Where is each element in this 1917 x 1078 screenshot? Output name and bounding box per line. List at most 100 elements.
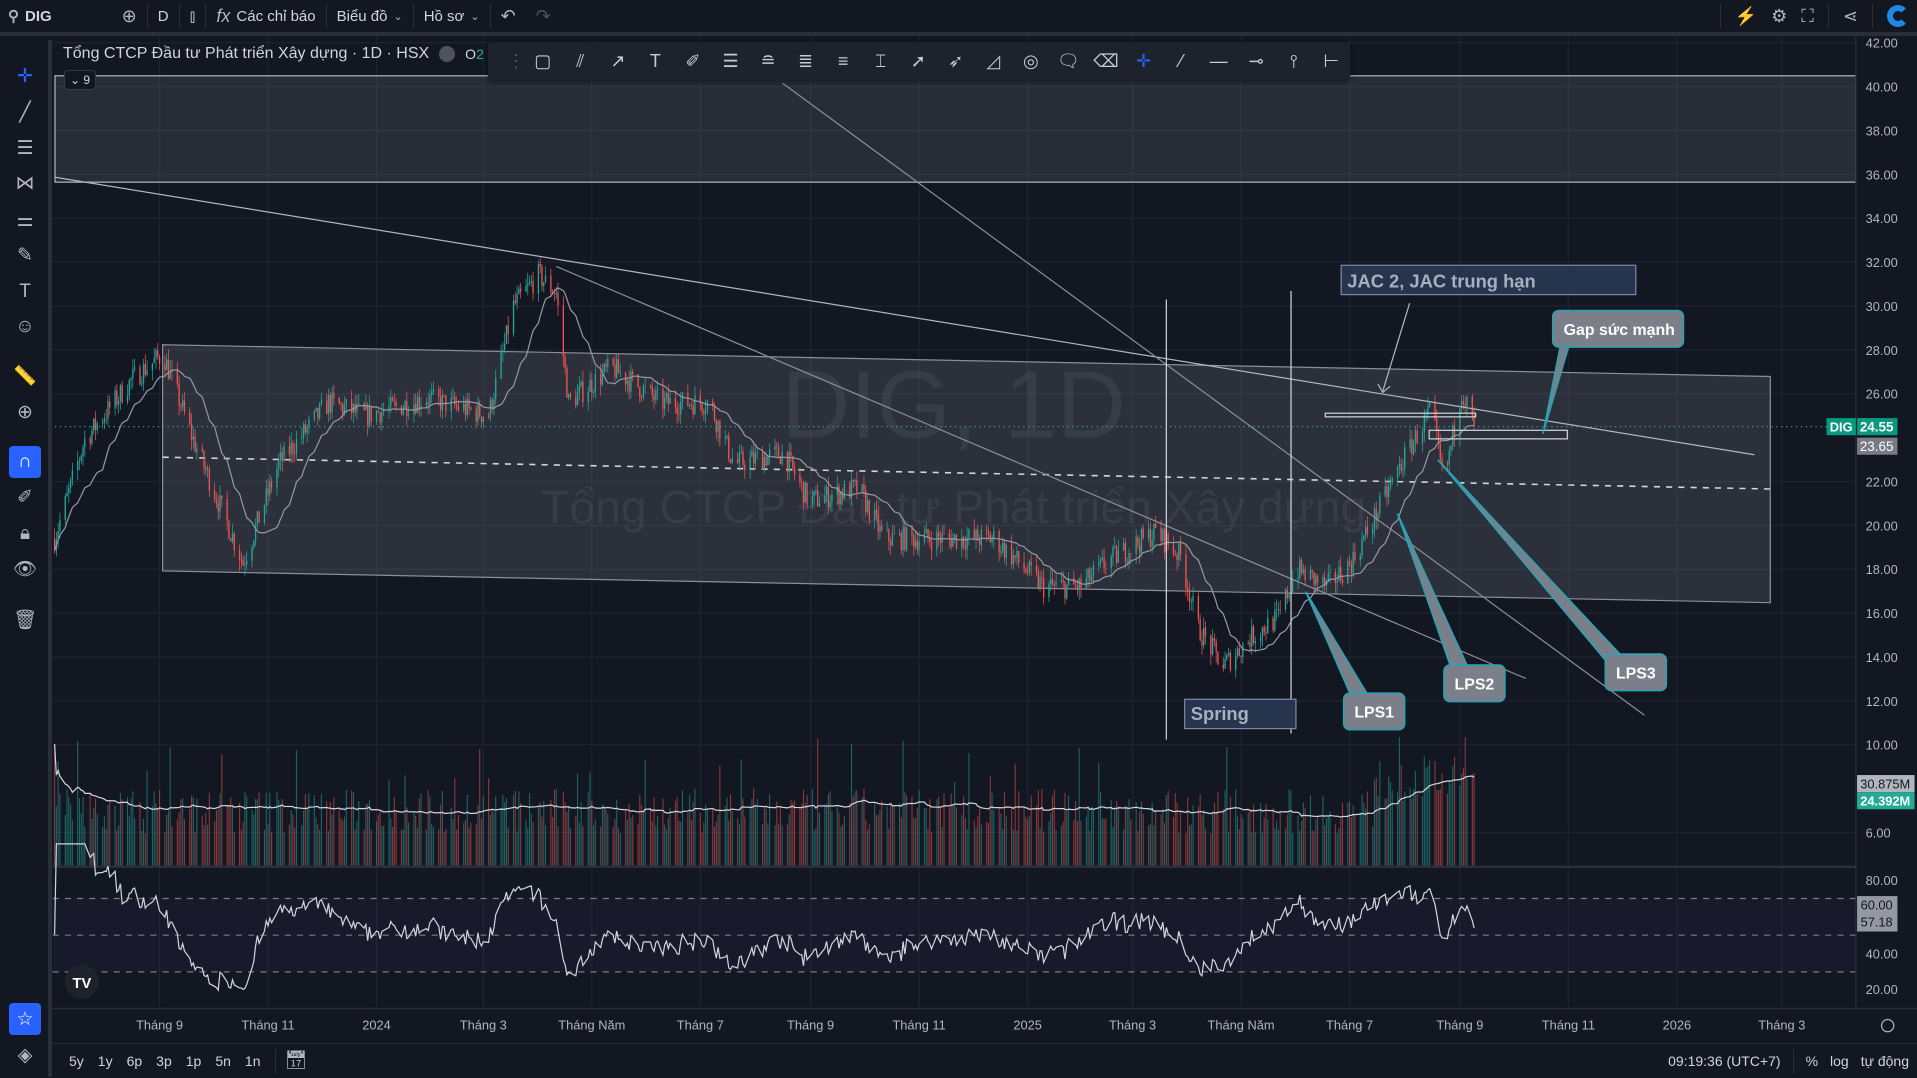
clock[interactable]: 09:19:36 (UTC+7) [1668,1053,1780,1069]
candle-body [201,448,203,452]
eraser-tool-icon[interactable]: ⌫ [1087,44,1125,78]
volume-bar [1180,811,1182,866]
arrow-tool-icon[interactable]: ➚ [899,44,937,78]
rectangle-tool-icon[interactable]: ▢ [524,44,562,78]
range-6m[interactable]: 6p [120,1053,150,1069]
zoom-in-icon[interactable]: ⊕ [9,396,41,428]
trendline-tool-icon[interactable]: ╱ [9,96,41,128]
volume-bar [692,801,694,866]
magnet-icon[interactable]: ∩ [9,446,41,478]
callout-tool-icon[interactable]: 🗨︎ [1050,44,1088,78]
range-rectangle[interactable] [54,75,1857,183]
fib-tool-icon[interactable]: ☰ [9,132,41,164]
volume-bar [77,741,79,866]
volume-bar [1123,829,1125,866]
legend-title[interactable]: Tổng CTCP Đầu tư Phát triển Xây dựng · 1… [63,45,429,63]
range-1y[interactable]: 1y [91,1053,120,1069]
fullscreen-exit-icon[interactable]: ⛶ [1801,6,1814,27]
lock-icon[interactable]: 🔒︎ [9,518,41,550]
profile-menu-button[interactable]: Hồ sơ ⌄ [414,2,490,30]
candle-body [167,359,170,379]
price-range-tool-icon[interactable]: ⌶ [862,44,900,78]
layers-icon[interactable]: ◈ [9,1039,41,1071]
date-range-tool-icon[interactable]: ⊢ [1312,44,1350,78]
range-3m[interactable]: 3p [149,1053,179,1069]
volume-bar [1329,811,1331,866]
arc-tool-icon[interactable]: ◿ [975,44,1013,78]
brand-logo-icon[interactable] [1887,5,1909,27]
candle-body [1039,577,1041,588]
indicators-button[interactable]: fx Các chỉ báo [206,2,325,30]
text-tool-icon[interactable]: T [9,276,41,308]
range-1d[interactable]: 1n [238,1053,268,1069]
arrow-marker-tool-icon[interactable]: ➶ [937,44,975,78]
horizontal-ray-tool-icon[interactable]: ⊸ [1237,44,1275,78]
volume-bar [477,805,479,866]
quick-search-icon[interactable]: ⚡ [1735,6,1757,27]
interval-button[interactable]: D [148,2,179,30]
candle-body [164,363,166,371]
auto-scale-toggle[interactable]: tự động [1861,1053,1909,1069]
fib-retracement-tool-icon[interactable]: ≣ [787,44,825,78]
price-chart[interactable]: DIG, 1D Tổng CTCP Đầu tư Phát triển Xây … [0,0,1917,1077]
volume-bar [1277,829,1279,866]
trash-icon[interactable]: 🗑︎ [9,604,41,636]
volume-bar [514,790,516,866]
volume-bar [1043,831,1045,866]
crosshair-tool-icon[interactable]: ✛ [1125,44,1163,78]
lock-drawing-icon[interactable]: ✐ [9,481,41,513]
compare-button[interactable]: ⊕ [112,2,147,30]
chart-type-button[interactable]: ⫾ [180,2,206,30]
candle-body [662,388,664,409]
anchored-vwap-tool-icon[interactable]: ⫯ [1275,44,1313,78]
pattern-tool-icon[interactable]: ⋈ [9,167,41,199]
floating-drawing-toolbar[interactable]: ⋮ ▢ ⫽ ↗ T ✐ ☰ ≘ ≣ ≡ ⌶ ➚ ➶ ◿ ◎ 🗨︎ ⌫ ✛ ⁄ ―… [488,42,1350,80]
crosshair-tool-icon[interactable]: ✛ [9,60,41,92]
range-5d[interactable]: 5n [208,1053,238,1069]
volume-bar [532,821,534,866]
volume-bar [1116,800,1118,866]
range-5y[interactable]: 5y [62,1053,91,1069]
svg-text:24.55: 24.55 [1860,420,1894,435]
brush-tool-icon[interactable]: ✎ [9,239,41,271]
go-to-date-icon[interactable]: 📅︎ [284,1050,307,1071]
range-1m[interactable]: 1p [179,1053,209,1069]
candle-body [587,391,589,402]
fib-extension-tool-icon[interactable]: ≡ [824,44,862,78]
volume-bar [1423,756,1425,866]
percent-toggle[interactable]: % [1806,1053,1818,1069]
parallel-channel-tool-icon[interactable]: ⫽ [562,44,600,78]
pitchfork-tool-icon[interactable]: ≘ [749,44,787,78]
circle-tool-icon[interactable]: ◎ [1012,44,1050,78]
volume-bar [1167,790,1169,866]
gear-icon[interactable]: ⚙ [1771,6,1787,27]
volume-bar [891,805,893,866]
path-tool-icon[interactable]: ↗ [599,44,637,78]
star-favorites-icon[interactable]: ☆ [9,1003,41,1035]
horizontal-lines-tool-icon[interactable]: ☰ [712,44,750,78]
hide-legend-icon[interactable] [439,46,456,62]
undo-button[interactable]: ↶ [491,2,526,30]
forecast-tool-icon[interactable]: ⚌ [9,204,41,236]
drag-handle-icon[interactable]: ⋮ [507,44,525,78]
redo-button[interactable]: ↷ [526,2,561,30]
volume-bar [89,793,91,866]
ruler-icon[interactable]: 📏 [9,360,41,392]
ray-tool-icon[interactable]: ⁄ [1162,44,1200,78]
log-toggle[interactable]: log [1830,1053,1849,1069]
candle-body [379,412,381,423]
brush-tool-icon[interactable]: ✐ [674,44,712,78]
legend-collapse-button[interactable]: ⌄ 9 [64,70,96,90]
volume-bar [68,797,70,866]
candle-body [253,541,255,548]
emoji-tool-icon[interactable]: ☺ [9,311,41,343]
chart-menu-button[interactable]: Biểu đồ ⌄ [327,2,413,30]
symbol-search-button[interactable]: ⚲ DIG [0,2,62,30]
eye-icon[interactable]: 👁︎ [9,553,41,585]
candle-body [1364,526,1367,537]
horizontal-line-tool-icon[interactable]: ― [1200,44,1238,78]
candle-body [1251,626,1253,647]
candle-body [1078,579,1080,590]
share-icon[interactable]: ⋖ [1843,6,1858,27]
text-tool-icon[interactable]: T [637,44,675,78]
